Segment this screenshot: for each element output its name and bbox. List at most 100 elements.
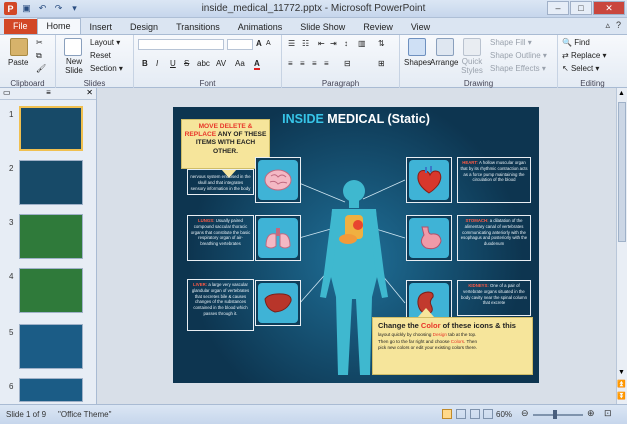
shadow-button[interactable]: abc bbox=[197, 59, 210, 68]
tab-transitions[interactable]: Transitions bbox=[167, 20, 229, 34]
bold-button[interactable]: B bbox=[142, 59, 148, 68]
previous-slide-icon[interactable]: ⏫ bbox=[617, 380, 626, 388]
shape-outline-button[interactable]: Shape Outline ▾ bbox=[490, 51, 547, 60]
text-direction-icon[interactable]: ⇅ bbox=[378, 39, 385, 48]
font-color-button[interactable]: A bbox=[254, 59, 260, 70]
liver-icon-box[interactable] bbox=[255, 280, 301, 326]
arrange-icon[interactable] bbox=[436, 38, 454, 56]
slides-tab-icon[interactable]: ▭ bbox=[3, 88, 11, 99]
heart-icon-box[interactable] bbox=[406, 157, 452, 203]
strikethrough-button[interactable]: S bbox=[184, 59, 189, 68]
slide-thumbnail-2[interactable] bbox=[19, 160, 83, 205]
tab-slide-show[interactable]: Slide Show bbox=[291, 20, 354, 34]
slide-thumbnail-6[interactable] bbox=[19, 378, 83, 402]
grow-font-icon[interactable]: A bbox=[256, 39, 262, 48]
bullets-icon[interactable]: ☰ bbox=[288, 39, 295, 48]
reset-button[interactable]: Reset bbox=[90, 51, 111, 60]
new-slide-icon[interactable] bbox=[64, 38, 82, 56]
normal-view-icon[interactable] bbox=[442, 409, 452, 419]
brain-description[interactable]: nervous system enclosed in the skull and… bbox=[187, 169, 254, 195]
find-button[interactable]: 🔍 Find bbox=[562, 38, 590, 47]
layout-button[interactable]: Layout ▾ bbox=[90, 38, 120, 47]
copy-icon[interactable]: ⧉ bbox=[36, 51, 42, 61]
maximize-button[interactable]: □ bbox=[570, 1, 592, 15]
zoom-in-icon[interactable]: ⊕ bbox=[587, 408, 595, 419]
paste-icon[interactable] bbox=[10, 38, 28, 56]
character-spacing-button[interactable]: AV bbox=[216, 59, 226, 68]
increase-indent-icon[interactable]: ⇥ bbox=[330, 39, 337, 48]
help-icon[interactable]: ? bbox=[616, 20, 621, 31]
tab-animations[interactable]: Animations bbox=[229, 20, 292, 34]
decrease-indent-icon[interactable]: ⇤ bbox=[318, 39, 325, 48]
tab-file[interactable]: File bbox=[4, 19, 37, 34]
underline-button[interactable]: U bbox=[170, 59, 176, 68]
slide-thumbnail-1[interactable] bbox=[19, 106, 83, 151]
zoom-out-icon[interactable]: ⊖ bbox=[521, 408, 529, 419]
next-slide-icon[interactable]: ⏬ bbox=[617, 392, 626, 400]
stomach-icon-box[interactable] bbox=[406, 215, 452, 261]
tab-review[interactable]: Review bbox=[354, 20, 402, 34]
columns-icon[interactable]: ▥ bbox=[358, 39, 366, 48]
line-spacing-icon[interactable]: ↕ bbox=[344, 39, 348, 48]
numbering-icon[interactable]: ☷ bbox=[302, 39, 309, 48]
shape-effects-button[interactable]: Shape Effects ▾ bbox=[490, 64, 546, 73]
shape-fill-button[interactable]: Shape Fill ▾ bbox=[490, 38, 532, 47]
tab-insert[interactable]: Insert bbox=[81, 20, 122, 34]
lungs-icon-box[interactable] bbox=[255, 215, 301, 261]
tab-design[interactable]: Design bbox=[121, 20, 167, 34]
minimize-button[interactable]: – bbox=[547, 1, 569, 15]
font-size-dropdown[interactable] bbox=[227, 39, 253, 50]
section-button[interactable]: Section ▾ bbox=[90, 64, 123, 73]
stomach-description[interactable]: STOMACH: a dilatation of the alimentary … bbox=[457, 215, 531, 261]
brain-icon-box[interactable] bbox=[255, 157, 301, 203]
slide[interactable]: INSIDE MEDICAL (Static) MOVE DELETE & RE… bbox=[173, 107, 539, 383]
tab-view[interactable]: View bbox=[402, 20, 439, 34]
arrange-button[interactable]: Arrange bbox=[430, 58, 458, 67]
fit-to-window-icon[interactable]: ⊡ bbox=[604, 408, 612, 419]
scroll-down-icon[interactable]: ▼ bbox=[618, 369, 625, 376]
kidney-description[interactable]: KIDNEYS: One of a pair of vertebrate org… bbox=[457, 280, 531, 316]
font-name-dropdown[interactable] bbox=[138, 39, 224, 50]
slide-sorter-icon[interactable] bbox=[456, 409, 466, 419]
scroll-thumb[interactable] bbox=[618, 102, 626, 242]
lungs-description[interactable]: LUNGS: Usually paired compound saccular … bbox=[187, 215, 254, 261]
smartart-icon[interactable]: ⊞ bbox=[378, 59, 385, 68]
slide-thumbnail-4[interactable] bbox=[19, 268, 83, 313]
quick-styles-button[interactable]: Quick Styles bbox=[458, 57, 486, 76]
liver-description[interactable]: LIVER: a large very vascular glandular o… bbox=[187, 279, 254, 331]
heart-description[interactable]: HEART: A hollow muscular organ that by i… bbox=[457, 157, 531, 203]
justify-icon[interactable]: ≡ bbox=[324, 59, 329, 68]
align-left-icon[interactable]: ≡ bbox=[288, 59, 293, 68]
slide-thumbnail-3[interactable] bbox=[19, 214, 83, 259]
zoom-slider-thumb[interactable] bbox=[553, 410, 557, 419]
tab-home[interactable]: Home bbox=[36, 18, 81, 34]
scroll-up-icon[interactable]: ▲ bbox=[618, 90, 625, 97]
shapes-icon[interactable] bbox=[408, 38, 426, 56]
change-case-button[interactable]: Aa bbox=[235, 59, 245, 68]
select-button[interactable]: ↖ Select ▾ bbox=[562, 64, 599, 73]
italic-button[interactable]: I bbox=[156, 59, 158, 68]
cut-icon[interactable]: ✂ bbox=[36, 38, 43, 47]
close-button[interactable]: ✕ bbox=[593, 1, 625, 15]
shapes-button[interactable]: Shapes bbox=[404, 58, 431, 67]
reading-view-icon[interactable] bbox=[470, 409, 480, 419]
shrink-font-icon[interactable]: A bbox=[266, 40, 271, 47]
outline-tab-icon[interactable]: ≡ bbox=[46, 88, 51, 99]
instruction-callout-bottom[interactable]: Change the Color of these icons & this l… bbox=[372, 317, 533, 375]
align-right-icon[interactable]: ≡ bbox=[312, 59, 317, 68]
quick-styles-icon[interactable] bbox=[463, 38, 481, 56]
theme-name[interactable]: "Office Theme" bbox=[58, 410, 111, 419]
close-pane-icon[interactable]: ✕ bbox=[86, 88, 93, 99]
minimize-ribbon-icon[interactable]: ▵ bbox=[605, 20, 610, 31]
zoom-slider[interactable] bbox=[533, 414, 583, 416]
format-painter-icon[interactable]: 🖌 bbox=[36, 64, 46, 73]
zoom-level[interactable]: 60% bbox=[496, 410, 512, 419]
slide-thumbnail-5[interactable] bbox=[19, 324, 83, 369]
align-center-icon[interactable]: ≡ bbox=[300, 59, 305, 68]
slide-show-icon[interactable] bbox=[483, 409, 493, 419]
replace-button[interactable]: ⇄ Replace ▾ bbox=[562, 51, 607, 60]
align-text-icon[interactable]: ⊟ bbox=[344, 59, 351, 68]
new-slide-button[interactable]: New Slide bbox=[60, 57, 88, 76]
paste-button[interactable]: Paste bbox=[8, 58, 28, 67]
vertical-scrollbar[interactable]: ▲ ▼ ⏫ ⏬ bbox=[616, 88, 627, 404]
